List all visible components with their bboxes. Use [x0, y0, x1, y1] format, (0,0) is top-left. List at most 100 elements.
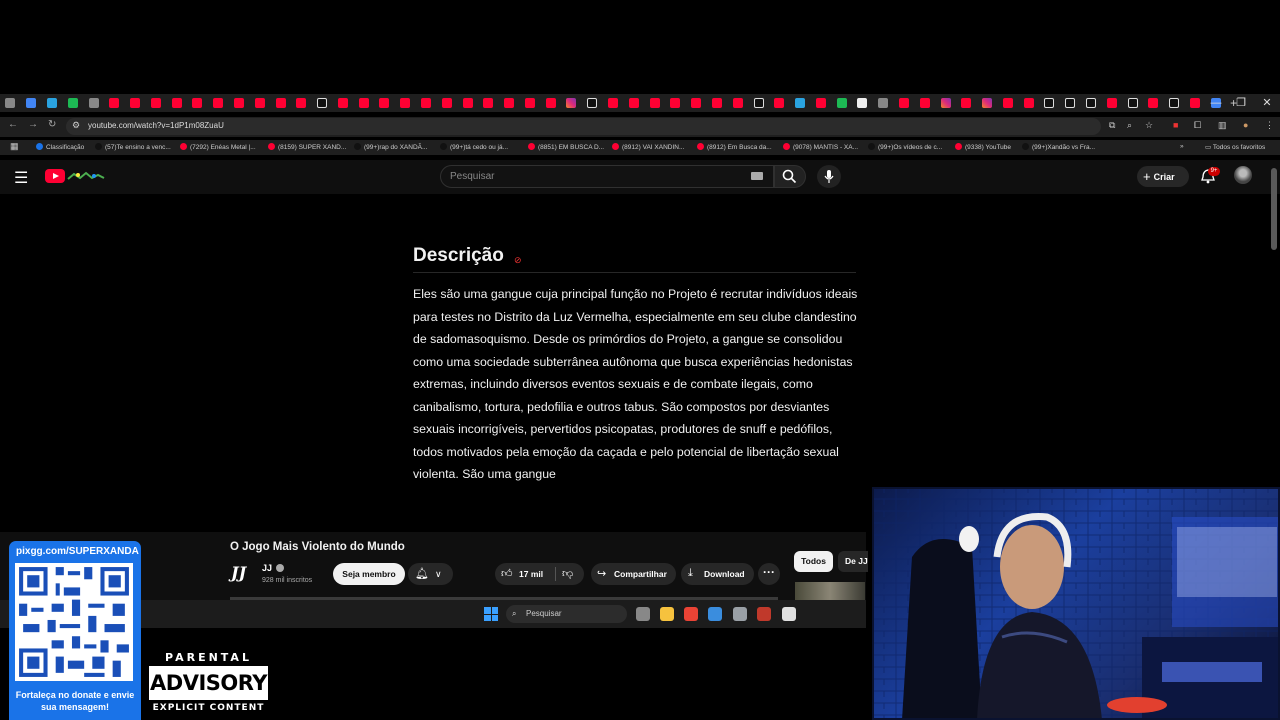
bookmark-item[interactable]: (8159) SUPER XAND... — [268, 143, 346, 151]
like-icon[interactable]: 👍︎ — [501, 567, 513, 580]
join-button[interactable]: Seja membro — [333, 563, 405, 585]
more-actions-button[interactable]: ··· — [758, 563, 780, 585]
taskbar-app-icon[interactable] — [757, 607, 771, 621]
create-button[interactable]: + Criar — [1137, 166, 1189, 187]
tab-search-icon[interactable] — [5, 98, 16, 108]
windows-start-icon[interactable] — [484, 607, 498, 621]
browser-tab[interactable] — [296, 98, 307, 108]
browser-tab[interactable] — [358, 98, 369, 108]
like-count[interactable]: 17 mil — [519, 569, 543, 579]
browser-tab[interactable] — [732, 98, 743, 108]
browser-tab[interactable] — [192, 98, 203, 108]
browser-tab[interactable] — [1106, 98, 1117, 108]
profile-icon[interactable]: ● — [1243, 120, 1248, 130]
hamburger-menu-icon[interactable]: ☰ — [14, 168, 28, 188]
browser-tab[interactable] — [233, 98, 244, 108]
browser-menu-icon[interactable]: ⋮ — [1265, 120, 1274, 131]
bookmark-item[interactable]: (99+)tá cedo ou já... — [440, 143, 508, 151]
extensions-puzzle-icon[interactable]: ⧠ — [1194, 120, 1201, 131]
browser-tab[interactable] — [753, 98, 764, 108]
browser-tab[interactable] — [213, 98, 224, 108]
back-icon[interactable]: ← — [8, 119, 18, 130]
browser-tab[interactable] — [628, 98, 639, 108]
browser-tab-strip[interactable]: + — [0, 94, 1280, 112]
maximize-icon[interactable]: ❐ — [1231, 94, 1251, 112]
bookmark-item[interactable]: Classificação — [36, 143, 84, 151]
bookmark-item[interactable]: (57)Te ensino a venc... — [95, 143, 171, 151]
bookmark-star-icon[interactable]: ☆ — [1145, 120, 1153, 131]
taskbar-app-icon[interactable] — [708, 607, 722, 621]
bookmark-item[interactable]: (99+)Os vídeos de c... — [868, 143, 942, 151]
browser-tab[interactable] — [1148, 98, 1159, 108]
microphone-icon[interactable] — [824, 169, 834, 184]
browser-tab[interactable] — [836, 98, 847, 108]
browser-tab[interactable] — [67, 98, 78, 108]
install-app-icon[interactable]: ⧉ — [1109, 120, 1115, 131]
browser-tab[interactable] — [815, 98, 826, 108]
browser-tab[interactable] — [1044, 98, 1055, 108]
browser-tab[interactable] — [150, 98, 161, 108]
browser-tab[interactable] — [608, 98, 619, 108]
browser-tab[interactable] — [1023, 98, 1034, 108]
browser-tab[interactable] — [317, 98, 328, 108]
browser-tab[interactable] — [649, 98, 660, 108]
browser-tab[interactable] — [566, 98, 577, 108]
avatar[interactable] — [1234, 166, 1252, 184]
browser-tab[interactable] — [691, 98, 702, 108]
browser-tab[interactable] — [711, 98, 722, 108]
bookmark-item[interactable]: (8912) Em Busca da... — [697, 143, 772, 151]
site-info-icon[interactable]: ⚙ — [72, 120, 80, 131]
browser-tab[interactable] — [670, 98, 681, 108]
browser-tab[interactable] — [26, 98, 37, 108]
browser-tab[interactable] — [1189, 98, 1200, 108]
browser-tab[interactable] — [483, 98, 494, 108]
browser-tab[interactable] — [919, 98, 930, 108]
bookmark-item[interactable]: (9078) MANTIS - XA... — [783, 143, 858, 151]
chip-all[interactable]: Todos — [794, 551, 833, 572]
sidebar-icon[interactable]: ▥ — [1218, 120, 1227, 131]
apps-grid-icon[interactable]: ▦ — [10, 141, 19, 152]
channel-name[interactable]: JJ — [262, 563, 272, 573]
browser-tab[interactable] — [961, 98, 972, 108]
bookmark-item[interactable]: (99+)Xandão vs Fra... — [1022, 143, 1095, 151]
dislike-icon[interactable]: 👎︎ — [562, 567, 573, 580]
taskbar-search-placeholder[interactable]: Pesquisar — [526, 609, 562, 618]
browser-tab[interactable] — [441, 98, 452, 108]
browser-tab[interactable] — [774, 98, 785, 108]
search-placeholder[interactable]: Pesquisar — [450, 171, 494, 182]
taskbar-app-icon[interactable] — [636, 607, 650, 621]
more-bookmarks-icon[interactable]: » — [1180, 143, 1184, 150]
browser-tab[interactable] — [171, 98, 182, 108]
browser-tab[interactable] — [795, 98, 806, 108]
browser-tab[interactable] — [878, 98, 889, 108]
taskbar-app-icon[interactable] — [782, 607, 796, 621]
browser-tab[interactable] — [379, 98, 390, 108]
browser-tab[interactable] — [982, 98, 993, 108]
minimize-icon[interactable]: — — [1206, 94, 1226, 112]
bookmark-item[interactable]: (8912) VAI XANDIN... — [612, 143, 684, 151]
youtube-logo[interactable] — [45, 169, 65, 183]
browser-tab[interactable] — [46, 98, 57, 108]
taskbar-search[interactable] — [506, 605, 627, 623]
bookmark-item[interactable]: (9338) YouTube — [955, 143, 1011, 151]
browser-tab[interactable] — [254, 98, 265, 108]
browser-tab[interactable] — [275, 98, 286, 108]
taskbar-app-icon[interactable] — [684, 607, 698, 621]
zoom-icon[interactable]: ⌕ — [1127, 120, 1132, 131]
taskbar-app-icon[interactable] — [660, 607, 674, 621]
forward-icon[interactable]: → — [28, 119, 38, 130]
url-text[interactable]: youtube.com/watch?v=1dP1m08ZuaU — [88, 121, 224, 130]
browser-tab[interactable] — [545, 98, 556, 108]
browser-tab[interactable] — [400, 98, 411, 108]
taskbar-app-icon[interactable] — [733, 607, 747, 621]
search-icon[interactable] — [782, 169, 797, 184]
channel-avatar[interactable]: JJ — [231, 563, 246, 582]
bookmark-item[interactable]: (8851) EM BUSCA D... — [528, 143, 604, 151]
all-bookmarks-folder[interactable]: ▭ Todos os favoritos — [1205, 143, 1265, 151]
close-window-icon[interactable]: ✕ — [1257, 94, 1277, 112]
browser-tab[interactable] — [587, 98, 598, 108]
browser-tab[interactable] — [898, 98, 909, 108]
browser-tab[interactable] — [462, 98, 473, 108]
browser-tab[interactable] — [1127, 98, 1138, 108]
browser-tab[interactable] — [1086, 98, 1097, 108]
